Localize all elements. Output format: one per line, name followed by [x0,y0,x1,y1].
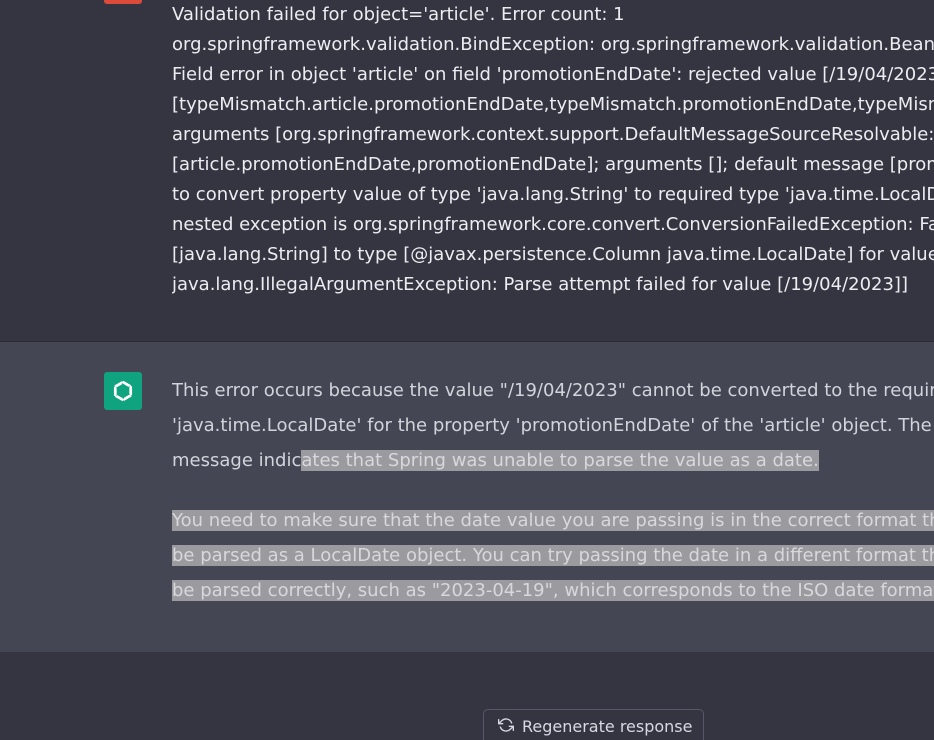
message-line: nested exception is org.springframework.… [172,214,934,235]
selected-text: You need to make sure that the date valu… [172,510,934,531]
openai-logo-icon [104,372,142,410]
regenerate-response-button[interactable]: Regenerate response [483,709,704,740]
user-avatar [104,0,142,4]
message-line: Field error in object 'article' on field… [172,64,934,85]
message-line: be parsed correctly, such as "2023-04-19… [172,573,934,608]
selected-text: be parsed correctly, such as "2023-04-19… [172,580,934,601]
message-text: message indic [172,450,302,471]
message-line: message indicates that Spring was unable… [172,443,934,478]
message-line: org.springframework.validation.BindExcep… [172,34,934,55]
message-line: arguments [org.springframework.context.s… [172,124,934,145]
message-line: be parsed as a LocalDate object. You can… [172,538,934,573]
message-line: [java.lang.String] to type [@javax.persi… [172,244,934,265]
chat-page: Validation failed for object='article'. … [0,0,934,740]
message-line: [article.promotionEndDate,promotionEndDa… [172,154,934,175]
message-line: java.lang.IllegalArgumentException: Pars… [172,274,908,295]
message-line: This error occurs because the value "/19… [172,380,934,401]
input-area: Regenerate response [0,652,934,740]
selected-text: ates that Spring was unable to parse the… [301,450,819,471]
message-line: to convert property value of type 'java.… [172,184,934,205]
refresh-icon [498,717,514,737]
message-line: Validation failed for object='article'. … [172,4,625,25]
selected-text: be parsed as a LocalDate object. You can… [172,545,934,566]
message-line: 'java.time.LocalDate' for the property '… [172,415,934,436]
user-message: Validation failed for object='article'. … [0,0,934,342]
assistant-message-text: This error occurs because the value "/19… [172,373,934,608]
assistant-message: This error occurs because the value "/19… [0,342,934,652]
paragraph: You need to make sure that the date valu… [172,503,934,608]
message-line: You need to make sure that the date valu… [172,503,934,538]
regenerate-label: Regenerate response [522,717,693,736]
message-line: [typeMismatch.article.promotionEndDate,t… [172,94,934,115]
user-message-text: Validation failed for object='article'. … [172,0,934,300]
